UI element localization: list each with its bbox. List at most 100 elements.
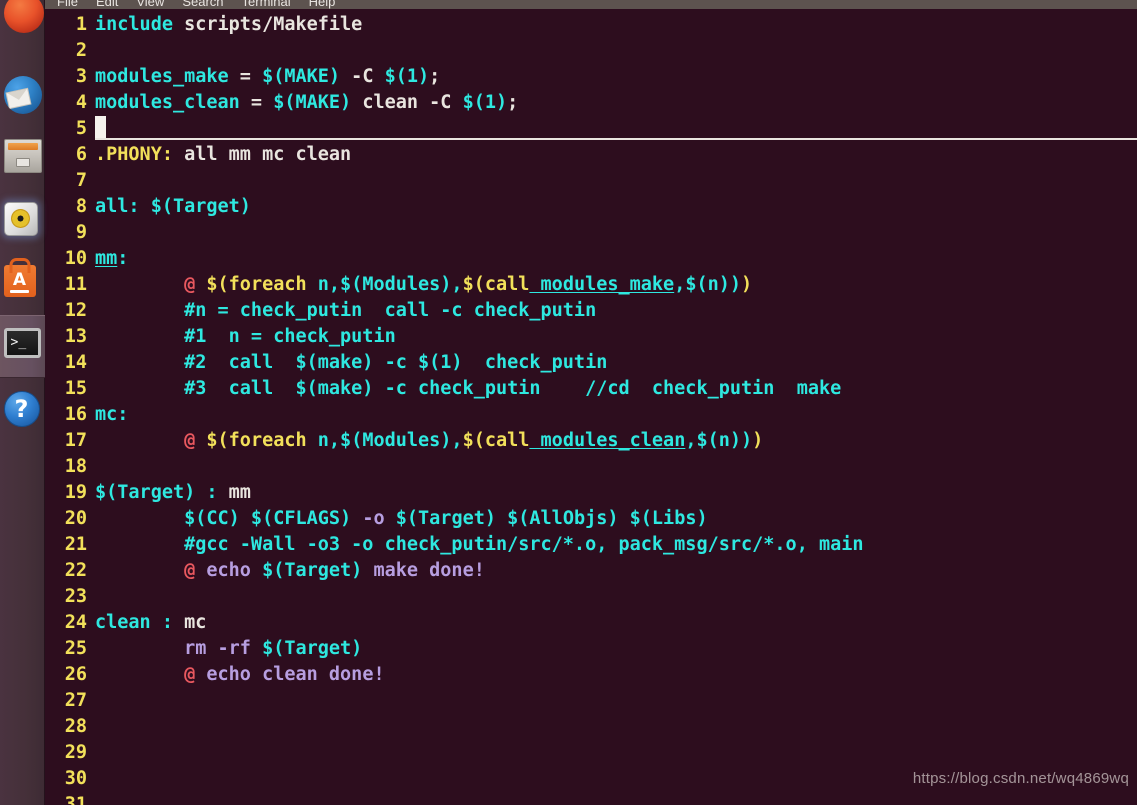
code-line[interactable]: 26 @ echo clean done! xyxy=(45,661,1137,687)
code-line[interactable]: 10 mm: xyxy=(45,245,1137,271)
code-token: clean -C xyxy=(351,91,463,113)
code-line[interactable]: 24 clean : mc xyxy=(45,609,1137,635)
launcher-item-thunderbird[interactable] xyxy=(0,63,45,126)
code-line[interactable]: 2 xyxy=(45,37,1137,63)
menu-item-help[interactable]: Help xyxy=(309,0,336,9)
line-number: 24 xyxy=(64,611,87,633)
code-token: $(Target) xyxy=(262,559,363,581)
launcher-item-terminal[interactable]: >_ xyxy=(0,315,45,378)
line-number: 31 xyxy=(64,793,87,805)
code-line[interactable]: 23 xyxy=(45,583,1137,609)
code-token: all: $(Target) xyxy=(95,195,251,217)
watermark: https://blog.csdn.net/wq4869wq xyxy=(912,770,1129,787)
menu-item-terminal[interactable]: Terminal xyxy=(242,0,291,9)
code-line[interactable]: 16 mc: xyxy=(45,401,1137,427)
launcher-item-ubuntu[interactable] xyxy=(0,0,45,63)
code-line[interactable]: 11 @ $(foreach n,$(Modules),$(call modul… xyxy=(45,271,1137,297)
code-token: ,$(n)) xyxy=(674,273,742,295)
code-token: $(1) xyxy=(462,91,508,113)
line-text: .PHONY: all mm mc clean xyxy=(95,144,1137,165)
code-token: #2 call $(make) -c $(1) check_putin xyxy=(95,351,608,373)
menu-item-search[interactable]: Search xyxy=(182,0,223,9)
code-token: $(call xyxy=(462,429,530,451)
code-token: @ xyxy=(184,663,196,685)
code-token: modules_clean xyxy=(529,429,686,451)
code-line[interactable]: 7 xyxy=(45,167,1137,193)
line-number: 8 xyxy=(75,195,87,217)
code-line[interactable]: 18 xyxy=(45,453,1137,479)
code-line[interactable]: 22 @ echo $(Target) make done! xyxy=(45,557,1137,583)
code-token: $(MAKE) xyxy=(273,91,352,113)
line-number: 21 xyxy=(64,533,87,555)
menu-bar: File Edit View Search Terminal Help xyxy=(45,0,1137,9)
launcher-item-files[interactable] xyxy=(0,126,45,189)
code-token: mc xyxy=(172,611,207,633)
line-number: 7 xyxy=(75,169,87,191)
line-number: 11 xyxy=(64,273,87,295)
menu-item-file[interactable]: File xyxy=(57,0,78,9)
code-line[interactable]: 31 xyxy=(45,791,1137,805)
code-token: -o xyxy=(351,507,396,529)
code-line[interactable]: 28 xyxy=(45,713,1137,739)
line-number: 18 xyxy=(64,455,87,477)
launcher-item-ubuntu-software[interactable]: A xyxy=(0,252,45,315)
menu-item-edit[interactable]: Edit xyxy=(96,0,118,9)
line-text: @ $(foreach n,$(Modules),$(call modules_… xyxy=(95,274,1137,295)
line-number: 13 xyxy=(64,325,87,347)
code-line[interactable]: 5 xyxy=(45,115,1137,141)
code-token: @ xyxy=(184,429,196,451)
help-icon: ? xyxy=(3,390,42,429)
code-line[interactable]: 6 .PHONY: all mm mc clean xyxy=(45,141,1137,167)
line-number: 23 xyxy=(64,585,87,607)
code-line[interactable]: 21 #gcc -Wall -o3 -o check_putin/src/*.o… xyxy=(45,531,1137,557)
code-line[interactable]: 8 all: $(Target) xyxy=(45,193,1137,219)
menu-item-view[interactable]: View xyxy=(136,0,164,9)
code-line[interactable]: 17 @ $(foreach n,$(Modules),$(call modul… xyxy=(45,427,1137,453)
code-line[interactable]: 9 xyxy=(45,219,1137,245)
code-token: -C xyxy=(340,65,385,87)
code-line[interactable]: 15 #3 call $(make) -c check_putin //cd c… xyxy=(45,375,1137,401)
line-number: 22 xyxy=(64,559,87,581)
code-area[interactable]: 1 include scripts/Makefile 2 3 modules_make … xyxy=(45,11,1137,805)
code-token: echo xyxy=(195,559,263,581)
ubuntu-logo-icon xyxy=(3,0,44,51)
line-text: #gcc -Wall -o3 -o check_putin/src/*.o, p… xyxy=(95,534,1137,555)
code-token: mc: xyxy=(95,403,129,425)
text-cursor xyxy=(95,116,106,138)
line-text: include scripts/Makefile xyxy=(95,14,1137,35)
screen: A >_ ? File Edit View Search Terminal Help 1i… xyxy=(0,0,1137,805)
launcher-item-help[interactable]: ? xyxy=(0,378,45,441)
code-line[interactable]: 14 #2 call $(make) -c $(1) check_putin xyxy=(45,349,1137,375)
code-line[interactable]: 19 $(Target) : mm xyxy=(45,479,1137,505)
code-line[interactable]: 25 rm -rf $(Target) xyxy=(45,635,1137,661)
code-line[interactable]: 1 include scripts/Makefile xyxy=(45,11,1137,37)
code-line[interactable]: 4 modules_clean = $(MAKE) clean -C $(1); xyxy=(45,89,1137,115)
line-number: 3 xyxy=(75,65,87,87)
code-token: #gcc -Wall -o3 -o check_putin/src/*.o, p… xyxy=(95,533,864,555)
code-line[interactable]: 13 #1 n = check_putin xyxy=(45,323,1137,349)
code-line[interactable]: 29 xyxy=(45,739,1137,765)
launcher-item-rhythmbox[interactable] xyxy=(0,189,45,252)
code-token: $(Target) : xyxy=(95,481,218,503)
line-number: 30 xyxy=(64,767,87,789)
code-token: $(Target) xyxy=(262,637,363,659)
ubuntu-software-icon: A xyxy=(3,264,42,303)
line-number: 19 xyxy=(64,481,87,503)
code-line[interactable]: 20 $(CC) $(CFLAGS) -o $(Target) $(AllObj… xyxy=(45,505,1137,531)
code-line[interactable]: 12 #n = check_putin call -c check_putin xyxy=(45,297,1137,323)
code-line[interactable]: 27 xyxy=(45,687,1137,713)
code-token: #1 n = check_putin xyxy=(95,325,396,347)
line-number: 14 xyxy=(64,351,87,373)
line-number: 2 xyxy=(75,39,87,61)
code-token: $(foreach xyxy=(206,429,307,451)
line-text xyxy=(95,116,1137,139)
line-number: 29 xyxy=(64,741,87,763)
code-line[interactable]: 3 modules_make = $(MAKE) -C $(1); xyxy=(45,63,1137,89)
terminal-window[interactable]: 1 include scripts/Makefile 2 3 modules_make … xyxy=(45,9,1137,805)
line-number: 27 xyxy=(64,689,87,711)
line-number: 28 xyxy=(64,715,87,737)
line-number: 12 xyxy=(64,299,87,321)
